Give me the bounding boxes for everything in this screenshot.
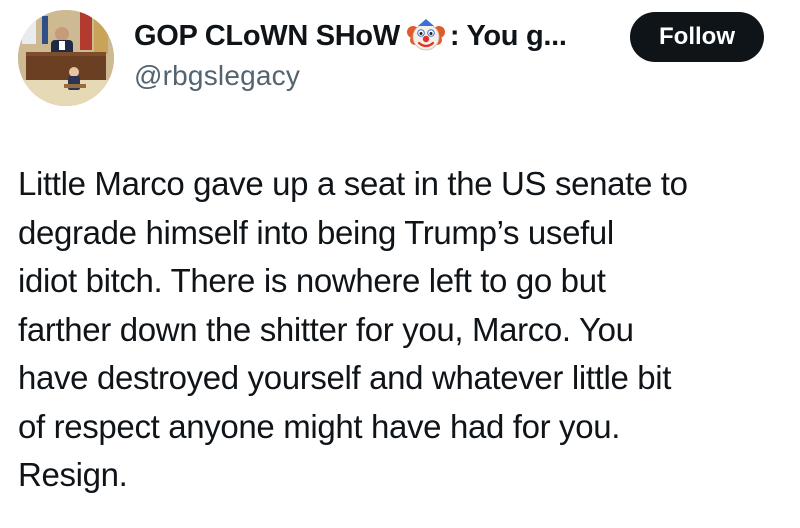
tweet-line: have destroyed yourself and whatever lit… [18,359,672,396]
clown-face-icon [406,18,446,54]
tweet-line: farther down the shitter for you, Marco.… [18,310,634,348]
tweet-line: Little Marco gave up a seat in the US se… [18,165,688,202]
tweet-line: of respect anyone might have had for you… [18,407,621,445]
follow-button[interactable]: Follow [630,12,764,62]
tweet-line: degrade himself into being Trump’s usefu… [18,213,614,251]
tweet-text: Little Marco gave up a seat in the US se… [18,160,788,500]
tweet-header: GOP CLoWN SHoW: You g... @rbgslegacy Fo… [0,0,800,120]
tweet-line: idiot bitch. There is nowhere left to go… [18,262,606,299]
user-handle[interactable]: @rbgslegacy [134,60,614,92]
display-name[interactable]: GOP CLoWN SHoW [134,20,400,53]
display-name-row[interactable]: GOP CLoWN SHoW: You g... [134,14,614,58]
display-name-suffix[interactable]: : You g... [450,20,567,53]
user-names: GOP CLoWN SHoW: You g... @rbgslegacy [134,14,614,92]
user-avatar[interactable] [18,10,114,106]
oval-office-photo-icon [18,10,114,106]
tweet-line: Resign. [18,456,128,493]
